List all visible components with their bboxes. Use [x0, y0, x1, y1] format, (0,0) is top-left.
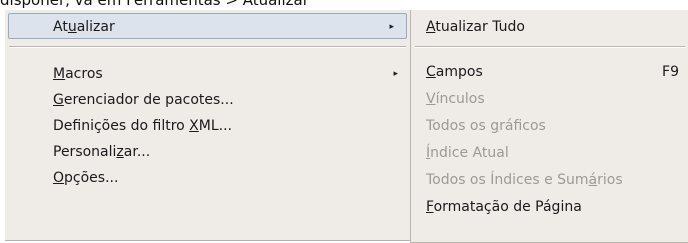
- menu-separator: [9, 46, 406, 48]
- menu-item-vinculos: Vínculos: [426, 91, 485, 107]
- submenu-arrow-icon: ▸: [393, 69, 398, 79]
- menu-item-todos-os-graficos: Todos os gráficos: [426, 118, 546, 134]
- tools-menu: Atualizar ▸ Macros ▸ Gerenciador de paco…: [5, 10, 411, 241]
- background-caption-text: disponer, vá em Ferramentas > Atualizar: [0, 0, 309, 9]
- menu-item-formatacao-de-pagina[interactable]: Formatação de Página: [411, 194, 688, 220]
- menu-item-gerenciador-de-pacotes[interactable]: Gerenciador de pacotes...: [5, 87, 410, 113]
- menu-separator: [415, 46, 685, 48]
- menu-item-personalizar[interactable]: Personalizar...: [5, 139, 410, 165]
- menu-item-todos-indices-sumarios: Todos os Índices e Sumários: [426, 172, 623, 188]
- menu-item-definicoes-filtro-xml[interactable]: Definições do filtro XML...: [5, 113, 410, 139]
- menu-item-indice-atual: Índice Atual: [426, 145, 509, 161]
- menu-item-atualizar[interactable]: Atualizar ▸: [8, 13, 407, 39]
- menu-item-atualizar-tudo[interactable]: Atualizar Tudo: [411, 14, 688, 40]
- atualizar-submenu: Atualizar Tudo Campos F9 Vínculos Todos …: [410, 10, 688, 243]
- shortcut-label: F9: [662, 64, 679, 80]
- menu-item-macros[interactable]: Macros ▸: [5, 61, 410, 87]
- menu-item-opcoes[interactable]: Opções...: [5, 165, 410, 191]
- menu-item-campos[interactable]: Campos F9: [411, 59, 688, 85]
- submenu-arrow-icon: ▸: [389, 22, 394, 32]
